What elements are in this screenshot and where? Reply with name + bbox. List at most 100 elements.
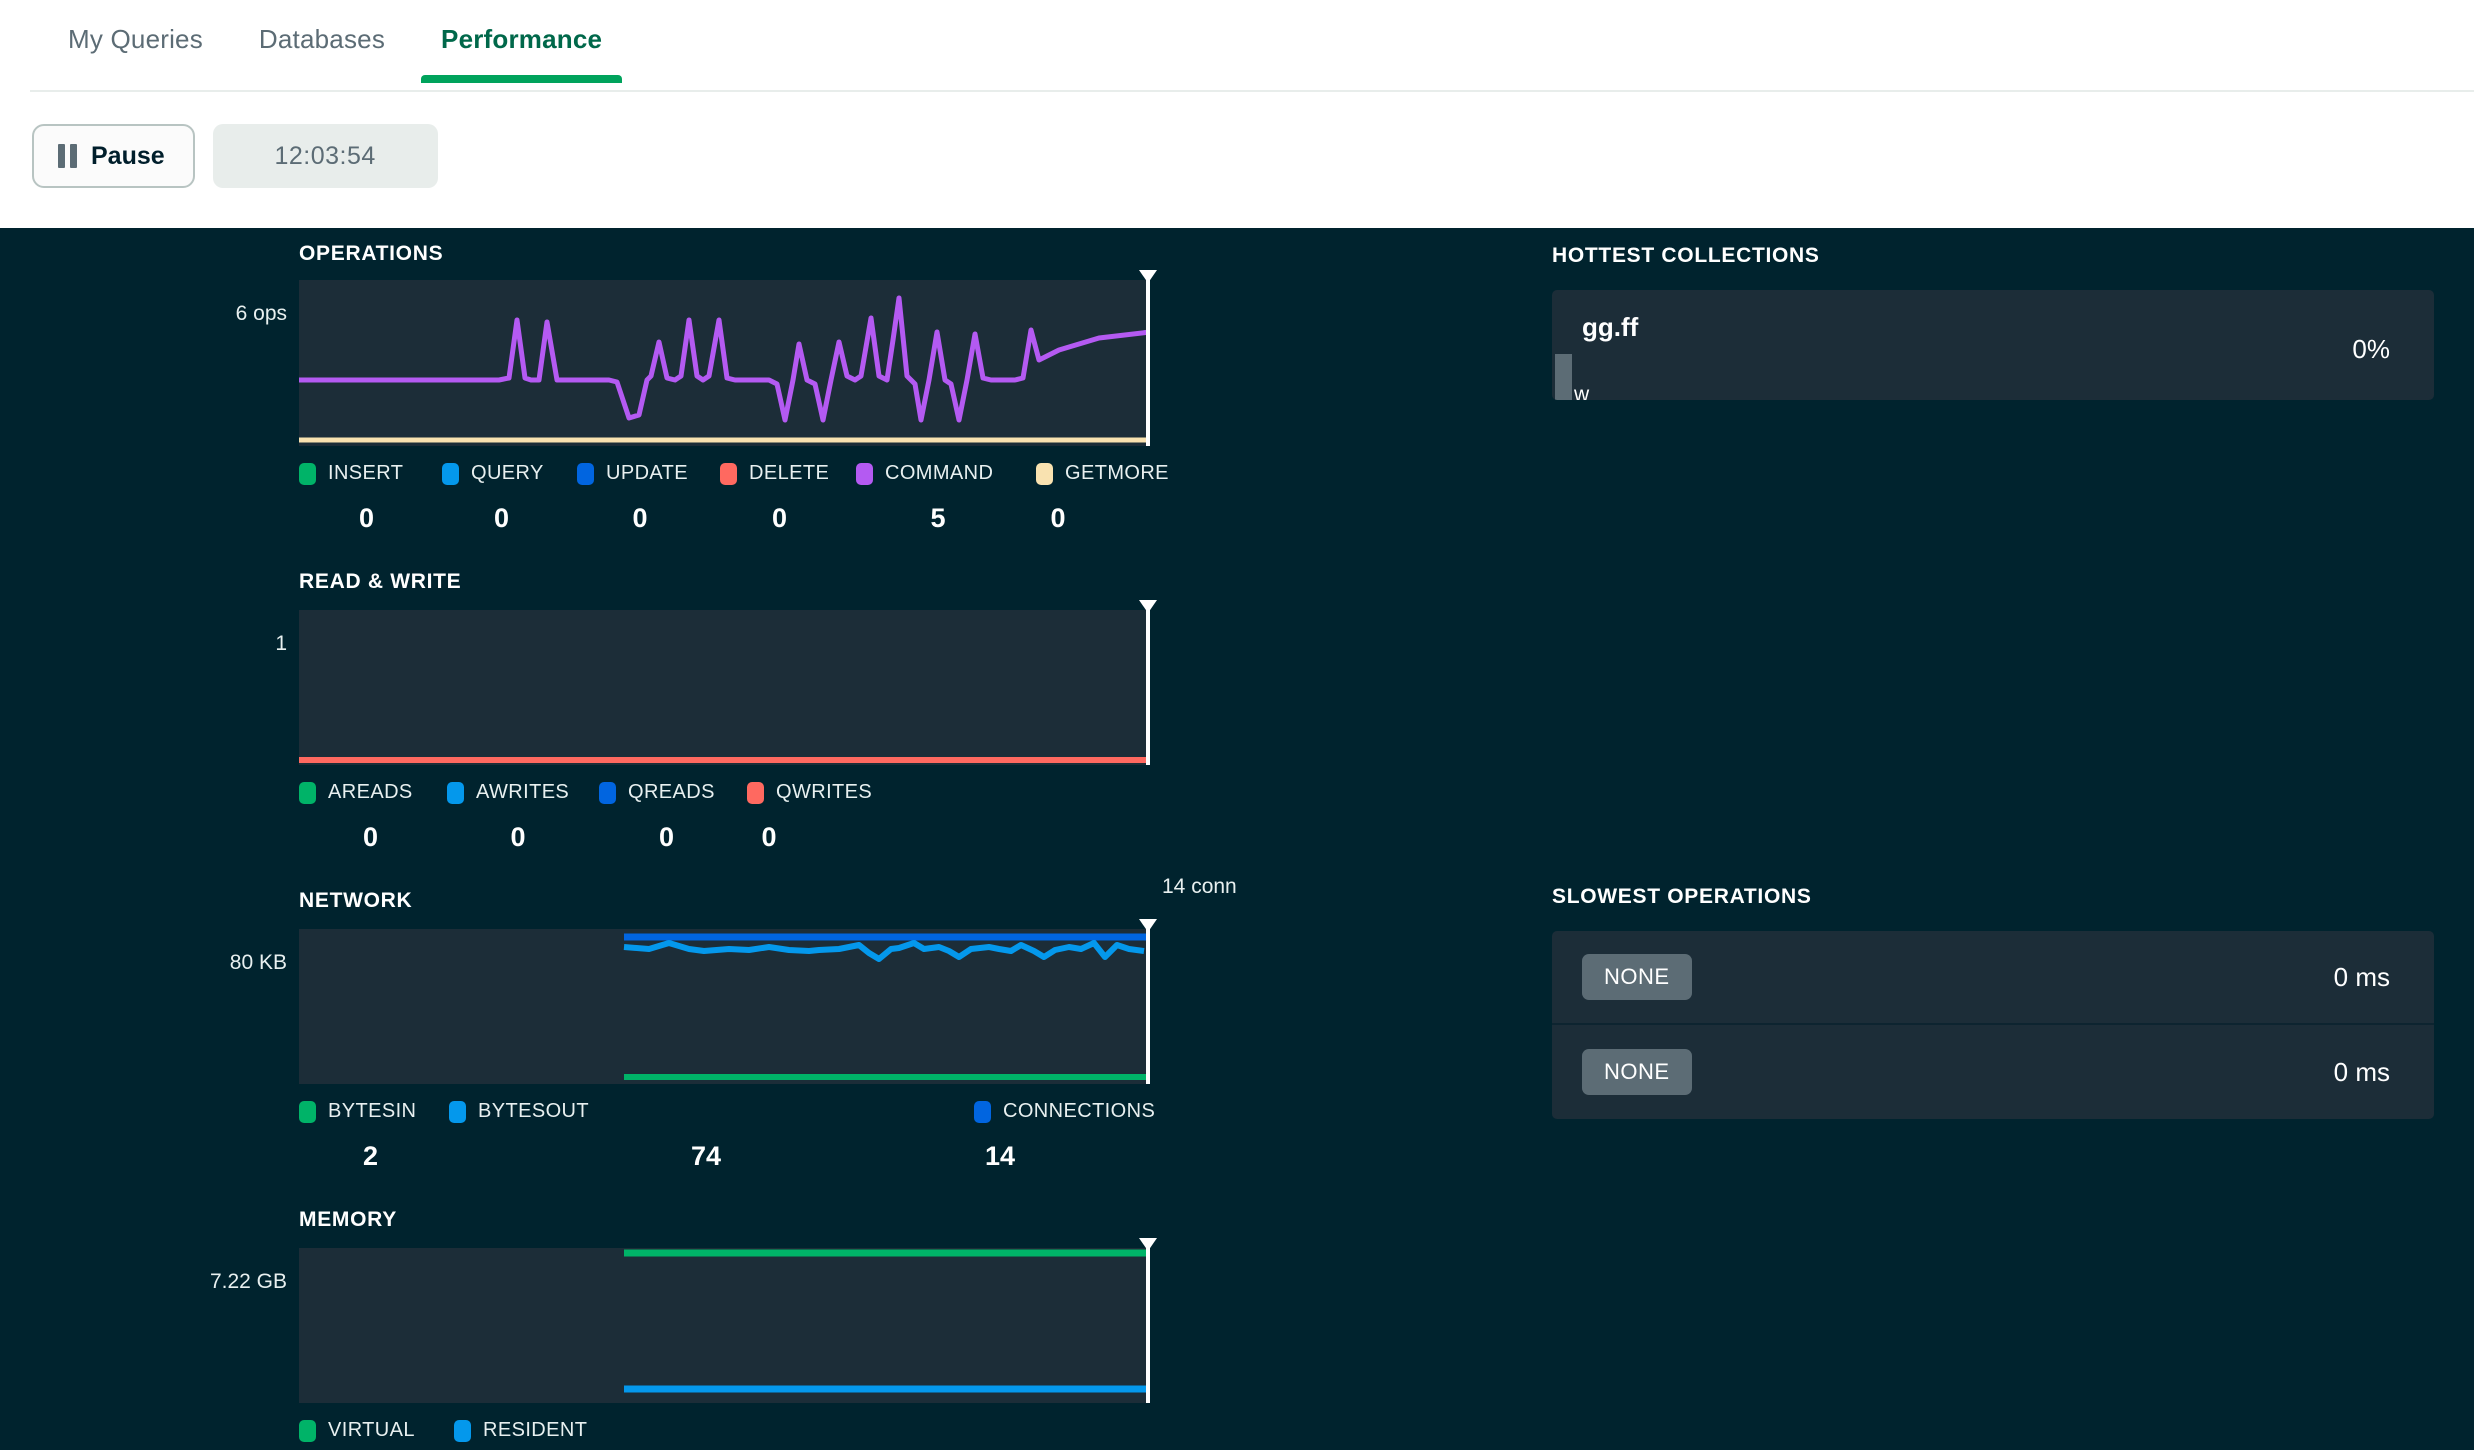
network-right-axis-label: 14 conn [1162, 875, 1237, 899]
tab-performance[interactable]: Performance [413, 0, 630, 81]
slowest-operation-duration: 0 ms [2334, 962, 2390, 993]
network-cursor-line [1146, 919, 1150, 1084]
elapsed-time-value: 12:03:54 [275, 142, 376, 171]
network-plot [299, 929, 1150, 1084]
legend-label-bytesout: BYTESOUT [478, 1100, 589, 1123]
value-delete: 0 [711, 503, 848, 534]
value-areads: 0 [299, 822, 442, 853]
memory-section: MEMORY 7.22 GB VIRTUAL R [0, 1172, 1552, 1442]
legend-item-virtual[interactable]: VIRTUAL [299, 1419, 454, 1442]
value-getmore: 0 [1028, 503, 1088, 534]
memory-y-axis-label: 7.22 GB [0, 1248, 299, 1403]
network-legend: BYTESIN BYTESOUT CONNECTIONS [299, 1100, 1552, 1123]
operations-cursor-line [1146, 270, 1150, 446]
value-bytesin: 2 [299, 1141, 442, 1172]
hottest-collection-sub-label: w [1574, 383, 1589, 400]
value-insert: 0 [299, 503, 434, 534]
hottest-collection-name: gg.ff [1582, 312, 1638, 343]
series-line-command [299, 298, 1150, 420]
legend-item-areads[interactable]: AREADS [299, 781, 447, 804]
legend-item-bytesout[interactable]: BYTESOUT [449, 1100, 974, 1123]
hottest-collection-bar [1555, 354, 1572, 400]
network-values: 2 74 14 [299, 1141, 1552, 1172]
legend-item-awrites[interactable]: AWRITES [447, 781, 599, 804]
legend-item-getmore[interactable]: GETMORE [1036, 462, 1169, 485]
value-awrites: 0 [442, 822, 594, 853]
slowest-operation-badge: NONE [1582, 1049, 1692, 1095]
legend-item-query[interactable]: QUERY [442, 462, 577, 485]
slowest-operation-row[interactable]: NONE 0 ms [1552, 1025, 2434, 1119]
pause-icon [58, 144, 77, 168]
value-command: 5 [848, 503, 1028, 534]
value-qreads: 0 [594, 822, 739, 853]
slowest-operations-title: SLOWEST OPERATIONS [1552, 885, 2434, 909]
read-write-cursor-line [1146, 600, 1150, 765]
network-y-axis-label: 80 KB [0, 929, 299, 1084]
charts-column: OPERATIONS 6 ops INSERT [0, 228, 1552, 1450]
slowest-operations-list: NONE 0 ms NONE 0 ms [1552, 931, 2434, 1119]
read-write-section: READ & WRITE 1 AREADS AWRITES [0, 534, 1552, 853]
operations-y-axis-label: 6 ops [0, 280, 299, 446]
memory-plot [299, 1248, 1150, 1403]
update-swatch [577, 463, 594, 485]
hottest-collection-percent: 0% [2352, 334, 2390, 365]
performance-toolbar: Pause 12:03:54 [0, 92, 2474, 188]
awrites-swatch [447, 782, 464, 804]
memory-cursor-line [1146, 1238, 1150, 1403]
elapsed-time-chip: 12:03:54 [213, 124, 438, 188]
legend-item-qreads[interactable]: QREADS [599, 781, 747, 804]
hottest-collection-row[interactable]: gg.ff 0% w [1552, 290, 2434, 400]
tab-bar: My Queries Databases Performance [0, 0, 2474, 92]
command-swatch [856, 463, 873, 485]
legend-item-resident[interactable]: RESIDENT [454, 1419, 587, 1442]
query-swatch [442, 463, 459, 485]
legend-label-connections: CONNECTIONS [1003, 1100, 1155, 1123]
connections-swatch [974, 1101, 991, 1123]
legend-item-delete[interactable]: DELETE [720, 462, 856, 485]
operations-plot [299, 280, 1150, 446]
value-bytesout: 74 [442, 1141, 970, 1172]
read-write-legend: AREADS AWRITES QREADS QWRITES [299, 781, 1552, 804]
slowest-operations-panel: SLOWEST OPERATIONS NONE 0 ms NONE 0 ms [1552, 885, 2434, 1119]
tab-my-queries-label: My Queries [68, 24, 203, 54]
network-title: NETWORK [299, 889, 1552, 913]
value-update: 0 [569, 503, 711, 534]
pause-button[interactable]: Pause [32, 124, 195, 188]
legend-item-update[interactable]: UPDATE [577, 462, 720, 485]
tab-performance-label: Performance [441, 24, 602, 54]
pause-button-label: Pause [91, 142, 165, 171]
memory-chart-svg [299, 1248, 1150, 1403]
qwrites-swatch [747, 782, 764, 804]
legend-label-areads: AREADS [328, 781, 413, 804]
read-write-plot [299, 610, 1150, 765]
legend-label-query: QUERY [471, 462, 544, 485]
legend-item-command[interactable]: COMMAND [856, 462, 1036, 485]
app-header: My Queries Databases Performance Pause 1… [0, 0, 2474, 228]
tab-my-queries[interactable]: My Queries [40, 0, 231, 81]
slowest-operation-duration: 0 ms [2334, 1057, 2390, 1088]
areads-swatch [299, 782, 316, 804]
read-write-title: READ & WRITE [299, 570, 1552, 594]
legend-label-command: COMMAND [885, 462, 993, 485]
legend-label-getmore: GETMORE [1065, 462, 1169, 485]
read-write-values: 0 0 0 0 [299, 822, 1552, 853]
legend-item-qwrites[interactable]: QWRITES [747, 781, 872, 804]
tab-databases[interactable]: Databases [231, 0, 413, 81]
value-qwrites: 0 [739, 822, 799, 853]
legend-item-connections[interactable]: CONNECTIONS [974, 1100, 1155, 1123]
legend-label-insert: INSERT [328, 462, 403, 485]
read-write-chart-svg [299, 610, 1150, 765]
bytesin-swatch [299, 1101, 316, 1123]
virtual-swatch [299, 1420, 316, 1442]
legend-item-bytesin[interactable]: BYTESIN [299, 1100, 449, 1123]
network-chart-svg [299, 929, 1150, 1084]
operations-section: OPERATIONS 6 ops INSERT [0, 228, 1552, 534]
operations-legend: INSERT QUERY UPDATE DELETE COMMAND [299, 462, 1552, 485]
delete-swatch [720, 463, 737, 485]
hottest-collections-panel: HOTTEST COLLECTIONS gg.ff 0% w [1552, 244, 2434, 400]
legend-label-resident: RESIDENT [483, 1419, 587, 1442]
legend-item-insert[interactable]: INSERT [299, 462, 442, 485]
slowest-operation-row[interactable]: NONE 0 ms [1552, 931, 2434, 1025]
legend-label-qwrites: QWRITES [776, 781, 872, 804]
legend-label-qreads: QREADS [628, 781, 715, 804]
